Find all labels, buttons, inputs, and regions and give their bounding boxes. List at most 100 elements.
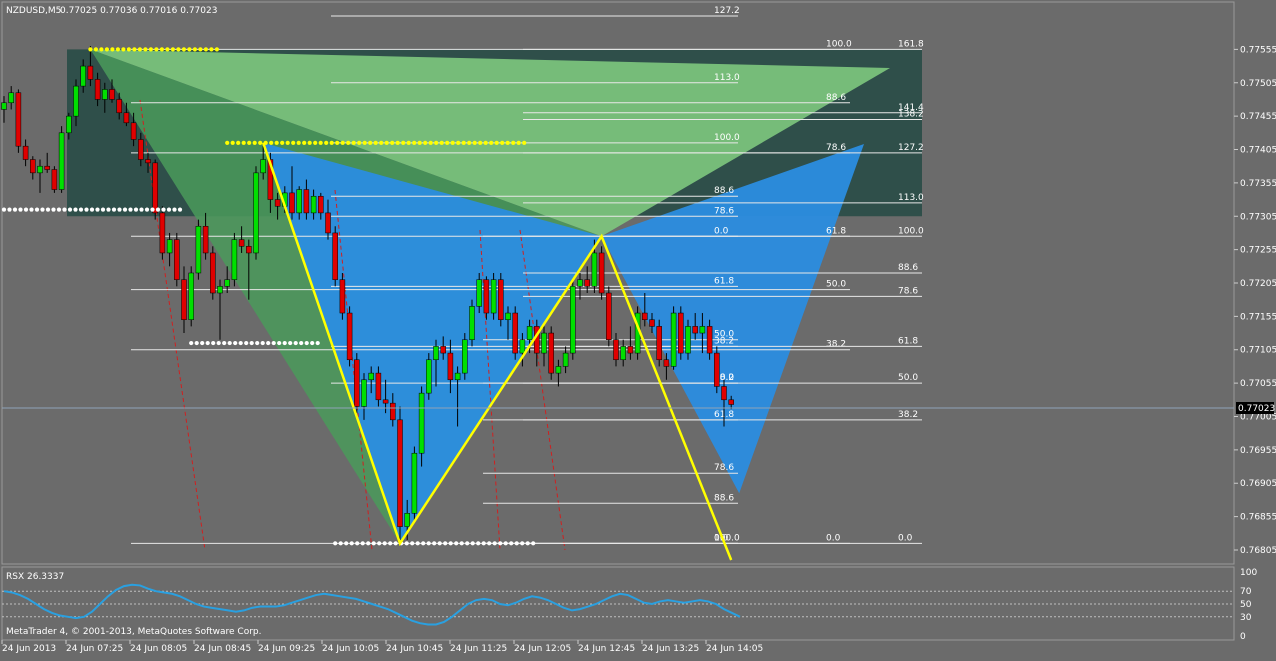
level-dot <box>415 541 420 546</box>
time-tick-label: 24 Jun 12:45 <box>578 644 635 654</box>
copyright-label: MetaTrader 4, © 2001-2013, MetaQuotes So… <box>6 627 262 637</box>
candle-body <box>462 339 468 374</box>
fib-label: 38.2 <box>898 410 918 420</box>
level-dot <box>51 207 56 212</box>
candle-body <box>8 92 14 104</box>
level-dot <box>89 207 95 212</box>
level-dot <box>181 47 186 52</box>
level-dot <box>159 47 164 52</box>
level-dot <box>233 340 238 346</box>
time-tick-label: 24 Jun 13:25 <box>642 644 699 654</box>
candle-body <box>138 139 144 160</box>
level-dot <box>423 140 428 145</box>
level-dot <box>106 207 111 212</box>
fib-label: 61.8 <box>826 226 846 236</box>
candle-body <box>433 346 439 361</box>
level-dot <box>84 207 89 212</box>
level-dot <box>461 140 466 145</box>
level-dot <box>238 340 243 346</box>
level-dot <box>166 207 172 212</box>
price-tick-label: 0.77305 <box>1240 212 1276 222</box>
level-dot <box>531 541 536 546</box>
current-price-label: 0.77023 <box>1238 404 1275 414</box>
level-dot <box>99 47 104 52</box>
chart-window[interactable]: 127.2 113.0 100.0 88.6 78.6 61.8 50.0 38.2 100.0… <box>0 0 1276 656</box>
candle-body <box>231 239 238 280</box>
candle-body <box>87 65 94 80</box>
candle-body <box>678 312 684 354</box>
price-tick-label: 0.77105 <box>1240 346 1276 356</box>
level-dot <box>214 47 219 52</box>
level-dot <box>432 541 437 546</box>
candle-body <box>721 386 727 401</box>
level-dot <box>211 340 216 346</box>
price-tick-label: 0.77555 <box>1240 45 1276 55</box>
level-dot <box>93 47 98 52</box>
candle-body <box>469 306 475 340</box>
level-dot <box>148 47 153 52</box>
level-dot <box>511 140 516 145</box>
candle-body <box>397 419 403 527</box>
level-dot <box>110 47 115 52</box>
level-dot <box>492 541 497 546</box>
level-dot <box>362 140 367 145</box>
level-dot <box>406 140 411 145</box>
level-dot <box>377 541 382 546</box>
level-dot <box>366 541 371 546</box>
level-dot <box>95 207 100 212</box>
candle-body <box>66 115 72 134</box>
candle-body <box>584 279 590 287</box>
rsx-tick-label: 50 <box>1240 600 1252 610</box>
level-dot <box>417 140 422 145</box>
candle-body <box>224 279 230 287</box>
candle-body <box>642 312 648 320</box>
level-dot <box>525 541 530 546</box>
candle-body <box>606 292 612 340</box>
level-dot <box>133 207 139 212</box>
level-dot <box>371 541 376 546</box>
fib-label: 113.0 <box>898 193 924 203</box>
candle-body <box>318 195 324 214</box>
level-dot <box>249 340 254 346</box>
level-dot <box>296 140 301 145</box>
level-dot <box>117 207 122 212</box>
level-dot <box>78 207 84 212</box>
candle-body <box>476 279 482 307</box>
rsx-title: RSX 26.3337 <box>6 572 64 582</box>
fib-label: 88.6 <box>826 93 846 103</box>
level-dot <box>520 541 525 546</box>
level-dot <box>478 140 483 145</box>
level-dot <box>255 340 260 346</box>
fib-label: 127.2 <box>714 6 740 16</box>
level-dot <box>313 140 318 145</box>
price-tick-label: 0.77455 <box>1240 112 1276 122</box>
time-tick-label: 24 Jun 10:45 <box>386 644 443 654</box>
level-dot <box>333 541 338 546</box>
level-dot <box>483 140 488 145</box>
candle-body <box>361 379 367 407</box>
level-dot <box>126 47 131 52</box>
level-dot <box>505 140 510 145</box>
candle-body <box>375 372 382 401</box>
candle-body <box>246 246 252 254</box>
level-dot <box>390 140 395 145</box>
price-tick-label: 0.77405 <box>1240 146 1276 156</box>
candle-body <box>159 212 166 254</box>
level-dot <box>122 207 128 212</box>
time-tick-label: 24 Jun 08:45 <box>194 644 251 654</box>
level-dot <box>450 140 455 145</box>
level-dot <box>1 207 7 212</box>
candle-body <box>512 312 518 354</box>
candle-body <box>354 359 360 407</box>
level-dot <box>137 47 142 52</box>
candle-body <box>613 339 619 361</box>
price-chart[interactable]: 127.2 113.0 100.0 88.6 78.6 61.8 50.0 38.2 100.0… <box>0 0 1276 656</box>
level-dot <box>222 340 227 346</box>
level-dot <box>269 140 274 145</box>
level-dot <box>439 140 444 145</box>
level-dot <box>448 541 453 546</box>
level-dot <box>443 541 448 546</box>
time-tick-label: 24 Jun 08:05 <box>130 644 187 654</box>
fib-label: 0.0 <box>826 533 841 543</box>
level-dot <box>121 47 126 52</box>
